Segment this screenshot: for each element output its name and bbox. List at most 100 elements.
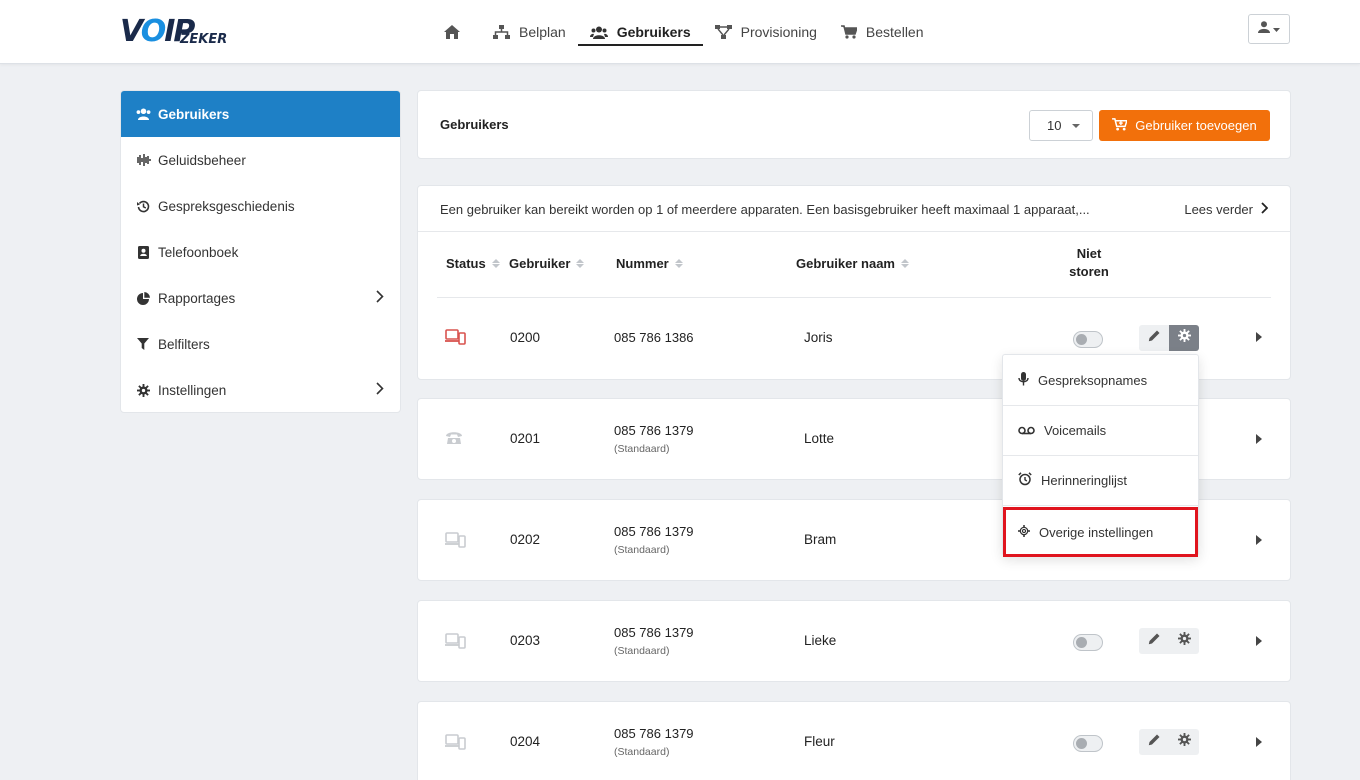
- sidebar-item-gebruikers[interactable]: Gebruikers: [121, 91, 400, 137]
- settings-dropdown-menu: Gespreksopnames Voicemails Herinneringli…: [1002, 354, 1199, 557]
- sidebar-item-belfilters[interactable]: Belfilters: [121, 321, 400, 367]
- top-navbar: VOIP ZEKER Belplan Gebruikers Provisioni…: [0, 0, 1360, 64]
- user-menu-button[interactable]: [1248, 14, 1290, 44]
- history-icon: [134, 200, 152, 213]
- chevron-right-icon: [376, 382, 384, 398]
- edit-button[interactable]: [1139, 729, 1169, 755]
- add-user-button[interactable]: Gebruiker toevoegen: [1099, 110, 1270, 141]
- expand-row-icon[interactable]: [1256, 737, 1262, 747]
- nav-provisioning[interactable]: Provisioning: [703, 0, 829, 64]
- add-user-label: Gebruiker toevoegen: [1135, 118, 1257, 133]
- column-label: Nummer: [616, 256, 669, 271]
- table-row: 0204 085 786 1379 (Standaard) Fleur: [417, 701, 1291, 780]
- sidebar-item-label: Telefoonboek: [158, 244, 239, 260]
- sidebar-item-geluidsbeheer[interactable]: Geluidsbeheer: [121, 137, 400, 183]
- column-header-nummer[interactable]: Nummer: [616, 256, 683, 271]
- expand-row-icon[interactable]: [1256, 636, 1262, 646]
- settings-button[interactable]: [1169, 325, 1199, 351]
- nav-label: Bestellen: [865, 24, 924, 40]
- sort-icon: [576, 259, 585, 268]
- address-book-icon: [134, 245, 152, 259]
- sidebar-item-gespreksgeschiedenis[interactable]: Gespreksgeschiedenis: [121, 183, 400, 229]
- menu-item-label: Overige instellingen: [1039, 524, 1154, 540]
- column-label: Gebruiker naam: [796, 256, 895, 271]
- sidebar-item-telefoonboek[interactable]: Telefoonboek: [121, 229, 400, 275]
- user-number: 085 786 1379: [614, 726, 694, 741]
- menu-item-overige-instellingen[interactable]: Overige instellingen: [1003, 507, 1198, 557]
- expand-row-icon[interactable]: [1256, 535, 1262, 545]
- chevron-down-icon: [1273, 20, 1280, 38]
- sidebar-item-rapportages[interactable]: Rapportages: [121, 275, 400, 321]
- pie-chart-icon: [134, 291, 152, 305]
- menu-item-label: Herinneringlijst: [1041, 472, 1127, 488]
- edit-button[interactable]: [1139, 628, 1169, 654]
- dnd-toggle[interactable]: [1073, 634, 1103, 651]
- sidebar-item-label: Gebruikers: [158, 106, 230, 122]
- nav-home[interactable]: [432, 0, 481, 64]
- sidebar-item-label: Instellingen: [158, 382, 227, 398]
- page-title: Gebruikers: [440, 117, 509, 132]
- page-size-value: 10: [1047, 118, 1062, 133]
- sort-icon: [491, 259, 500, 268]
- devices-icon: [445, 329, 467, 350]
- page-size-select[interactable]: 10: [1029, 110, 1093, 141]
- user-number-type: (Standaard): [614, 443, 670, 455]
- gear-icon: [1177, 733, 1191, 751]
- menu-item-gespreksopnames[interactable]: Gespreksopnames: [1003, 355, 1198, 405]
- user-name: Bram: [804, 532, 837, 547]
- alarm-clock-icon: [1018, 471, 1032, 489]
- column-label: Niet: [1076, 246, 1102, 261]
- chevron-right-icon: [1261, 202, 1269, 217]
- sidebar-item-instellingen[interactable]: Instellingen: [121, 367, 400, 412]
- column-header-gebruiker-naam[interactable]: Gebruiker naam: [796, 256, 909, 271]
- user-extension: 0200: [510, 330, 541, 345]
- column-header-gebruiker[interactable]: Gebruiker: [509, 256, 585, 271]
- read-more-link[interactable]: Lees verder: [1184, 202, 1269, 217]
- column-label: storen: [1069, 264, 1109, 279]
- user-name: Joris: [804, 330, 833, 345]
- menu-item-voicemails[interactable]: Voicemails: [1003, 405, 1198, 455]
- menu-item-herinneringlijst[interactable]: Herinneringlijst: [1003, 455, 1198, 505]
- nav-label: Gebruikers: [616, 24, 691, 40]
- user-number: 085 786 1379: [614, 524, 694, 539]
- sort-icon: [674, 259, 683, 268]
- column-header-status[interactable]: Status: [446, 256, 500, 271]
- edit-button[interactable]: [1139, 325, 1169, 351]
- dnd-toggle[interactable]: [1073, 331, 1103, 348]
- users-icon: [589, 26, 608, 39]
- menu-item-label: Gespreksopnames: [1038, 372, 1148, 388]
- caret-down-icon: [1072, 124, 1080, 128]
- filter-icon: [134, 338, 152, 350]
- sidebar-item-label: Belfilters: [158, 336, 210, 352]
- expand-row-icon[interactable]: [1256, 332, 1262, 342]
- gear-icon: [1018, 524, 1030, 540]
- network-icon: [714, 25, 732, 39]
- expand-row-icon[interactable]: [1256, 434, 1262, 444]
- settings-button[interactable]: [1169, 628, 1199, 654]
- settings-button[interactable]: [1169, 729, 1199, 755]
- menu-item-label: Voicemails: [1044, 422, 1107, 438]
- cart-icon: [840, 25, 857, 39]
- gear-icon: [134, 383, 152, 397]
- voipzeker-logo[interactable]: VOIP ZEKER: [120, 14, 236, 49]
- user-number-type: (Standaard): [614, 645, 670, 657]
- user-name: Fleur: [804, 734, 835, 749]
- column-header-niet-storen: Niet storen: [1058, 246, 1120, 279]
- dnd-toggle[interactable]: [1073, 735, 1103, 752]
- main-nav: Belplan Gebruikers Provisioning Bestelle…: [432, 0, 936, 64]
- nav-label: Belplan: [519, 24, 566, 40]
- cart-plus-icon: [1112, 117, 1129, 134]
- nav-gebruikers[interactable]: Gebruikers: [577, 0, 703, 64]
- users-table-card: Een gebruiker kan bereikt worden op 1 of…: [417, 185, 1291, 380]
- user-number: 085 786 1386: [614, 330, 694, 345]
- pencil-icon: [1148, 733, 1160, 751]
- column-label: Status: [446, 256, 486, 271]
- sidebar-item-label: Geluidsbeheer: [158, 152, 246, 168]
- voicemail-icon: [1018, 423, 1035, 438]
- info-text: Een gebruiker kan bereikt worden op 1 of…: [440, 202, 1090, 217]
- nav-belplan[interactable]: Belplan: [481, 0, 578, 64]
- user-extension: 0202: [510, 532, 541, 547]
- sitemap-icon: [493, 25, 510, 39]
- nav-label: Provisioning: [740, 24, 817, 40]
- nav-bestellen[interactable]: Bestellen: [829, 0, 936, 64]
